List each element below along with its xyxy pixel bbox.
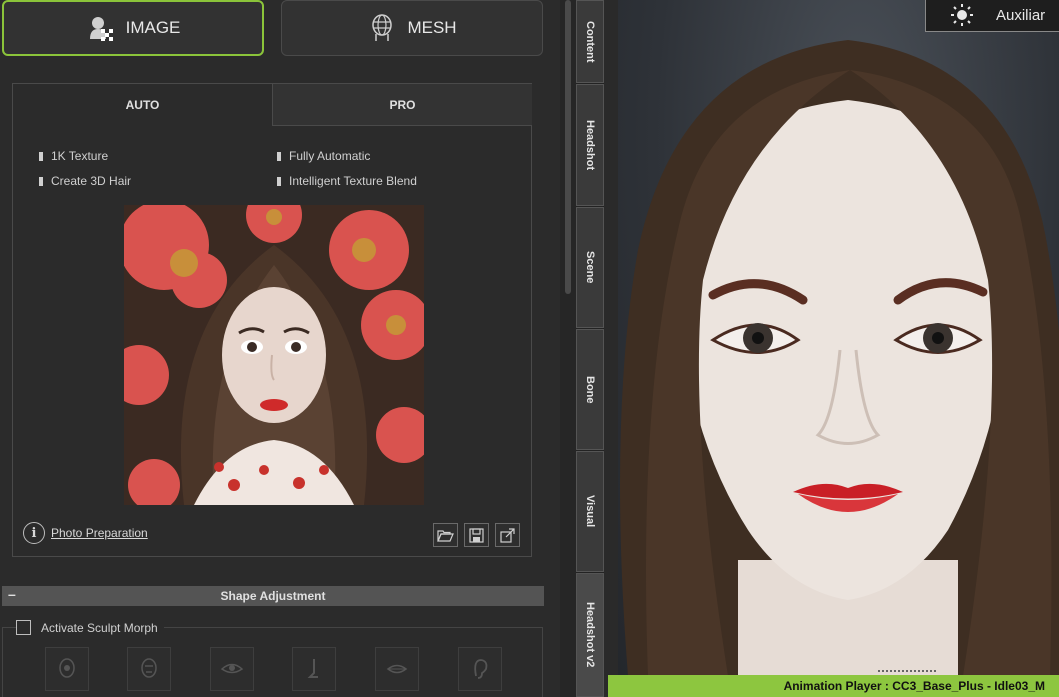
activate-sculpt-morph-checkbox[interactable]	[16, 620, 31, 635]
eye-morph-icon	[220, 663, 244, 674]
headshot-panel: IMAGE MESH AUTO PRO 1K Texture Fully Aut…	[0, 0, 560, 697]
3d-viewport[interactable]	[618, 0, 1059, 676]
feature-fully-automatic: Fully Automatic	[277, 149, 370, 163]
side-tab-label: Content	[584, 20, 596, 63]
mouth-morph-icon	[386, 664, 408, 674]
tab-pro[interactable]: PRO	[273, 84, 532, 126]
side-tab-label: Headshot	[584, 119, 596, 171]
info-icon[interactable]: i	[23, 522, 45, 544]
face-morph-button[interactable]	[127, 647, 171, 691]
collapse-icon[interactable]: –	[8, 586, 16, 602]
export-icon	[500, 527, 515, 543]
feature-label: 1K Texture	[51, 149, 109, 163]
nose-morph-button[interactable]	[292, 647, 336, 691]
export-button[interactable]	[495, 523, 520, 547]
feature-label: Create 3D Hair	[51, 174, 132, 188]
sun-icon	[951, 4, 973, 26]
image-mode-label: IMAGE	[125, 18, 181, 37]
side-tab-bar: Content Headshot Scene Bone Visual Heads…	[576, 0, 604, 697]
photo-preparation-link[interactable]: Photo Preparation	[51, 526, 148, 540]
save-button[interactable]	[464, 523, 489, 547]
mesh-mode-label: MESH	[407, 18, 457, 37]
save-icon	[469, 527, 484, 543]
auxiliary-label: Auxiliar	[996, 6, 1046, 24]
side-tab-scene[interactable]: Scene	[576, 207, 604, 328]
photo-preparation-row: i Photo Preparation	[23, 522, 148, 544]
head-morph-icon	[59, 658, 75, 678]
auxiliary-light-button[interactable]: Auxiliar	[925, 0, 1059, 32]
side-tab-label: Scene	[584, 251, 596, 284]
app-window: IMAGE MESH AUTO PRO 1K Texture Fully Aut…	[0, 0, 1059, 697]
side-tab-label: Headshot v2	[584, 602, 596, 668]
open-folder-button[interactable]	[433, 523, 458, 547]
side-tab-label: Visual	[584, 495, 596, 528]
side-tab-headshot-v2[interactable]: Headshot v2	[576, 573, 604, 697]
image-icon	[89, 17, 113, 41]
bullet-icon	[39, 151, 43, 161]
activate-sculpt-morph-row: Activate Sculpt Morph	[16, 620, 164, 635]
side-tab-label: Bone	[584, 375, 596, 404]
open-folder-icon	[437, 529, 454, 542]
image-mode-button[interactable]: IMAGE	[2, 0, 264, 56]
bullet-icon	[39, 176, 43, 186]
shape-adjustment-header[interactable]: – Shape Adjustment	[2, 586, 544, 606]
side-tab-bone[interactable]: Bone	[576, 329, 604, 450]
eye-morph-button[interactable]	[210, 647, 254, 691]
ear-morph-icon	[474, 659, 488, 679]
mouth-morph-button[interactable]	[375, 647, 419, 691]
character-head-render	[620, 40, 1059, 676]
nose-morph-icon	[307, 659, 318, 678]
side-tab-content[interactable]: Content	[576, 0, 604, 83]
activate-sculpt-morph-label: Activate Sculpt Morph	[41, 620, 158, 635]
bullet-icon	[277, 176, 281, 186]
animation-player-status-text: Animation Player : CC3_Base_Plus - Idle0…	[783, 679, 1045, 693]
animation-player-status-bar: Animation Player : CC3_Base_Plus - Idle0…	[608, 675, 1059, 697]
viewport-splitter[interactable]	[604, 0, 618, 697]
bullet-icon	[277, 151, 281, 161]
tab-auto[interactable]: AUTO	[13, 84, 273, 126]
feature-intelligent-texture-blend: Intelligent Texture Blend	[277, 174, 417, 188]
side-tab-visual[interactable]: Visual	[576, 451, 604, 572]
panel-scrollbar-thumb[interactable]	[565, 0, 571, 294]
shape-adjustment-title: Shape Adjustment	[220, 589, 326, 603]
feature-label: Fully Automatic	[289, 149, 371, 163]
source-photo	[124, 205, 424, 505]
ear-morph-button[interactable]	[458, 647, 502, 691]
feature-label: Intelligent Texture Blend	[289, 174, 417, 188]
head-morph-button[interactable]	[45, 647, 89, 691]
feature-1k-texture: 1K Texture	[39, 149, 108, 163]
face-morph-icon	[141, 658, 157, 678]
mesh-head-icon	[372, 14, 393, 41]
side-tab-headshot[interactable]: Headshot	[576, 84, 604, 206]
feature-create-3d-hair: Create 3D Hair	[39, 174, 131, 188]
resize-grip[interactable]	[878, 670, 936, 673]
mesh-mode-button[interactable]: MESH	[281, 0, 543, 56]
auto-pro-tab-box: AUTO PRO 1K Texture Fully Automatic Crea…	[12, 83, 532, 557]
